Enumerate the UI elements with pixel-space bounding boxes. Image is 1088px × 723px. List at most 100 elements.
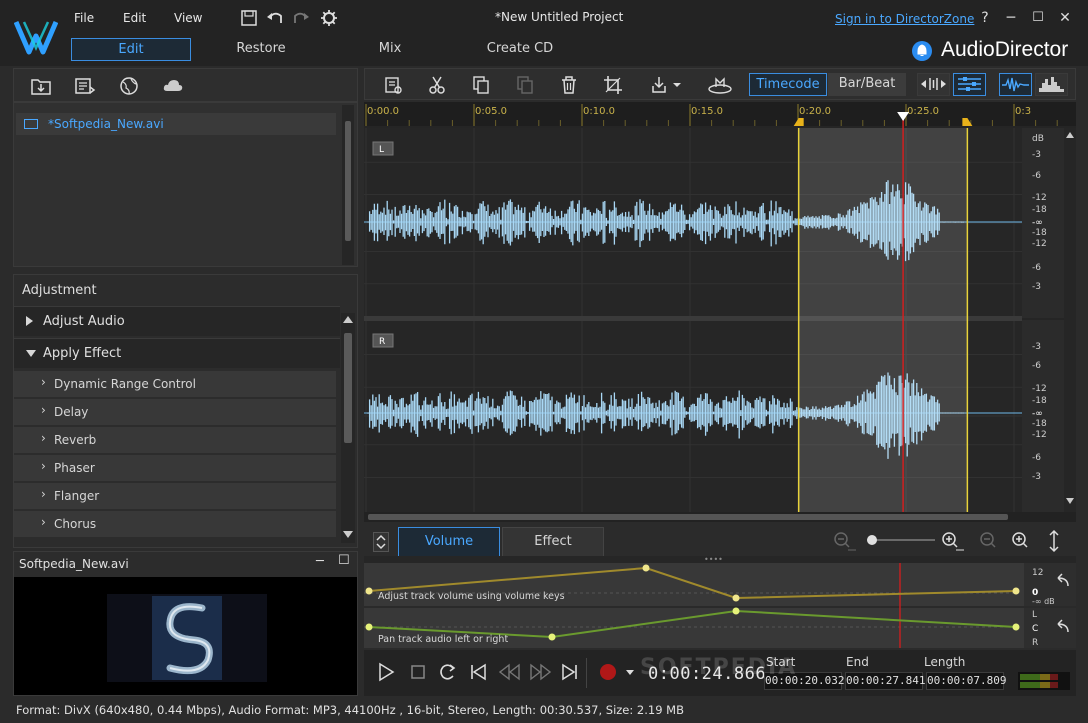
effect-phaser[interactable]: › Phaser bbox=[14, 454, 336, 481]
record-icon[interactable] bbox=[598, 662, 618, 682]
copy-icon[interactable] bbox=[471, 75, 491, 95]
barbeat-toggle[interactable]: Bar/Beat bbox=[828, 73, 906, 96]
selection-region[interactable] bbox=[798, 128, 968, 512]
rewind-icon[interactable] bbox=[498, 662, 522, 682]
section-adjust-audio[interactable]: Adjust Audio bbox=[14, 306, 340, 336]
menu-view[interactable]: View bbox=[174, 11, 202, 25]
multitrack-view-button[interactable] bbox=[953, 73, 986, 96]
db-scale-label: -6 bbox=[1032, 453, 1041, 463]
stop-icon[interactable] bbox=[408, 662, 428, 682]
tab-create-cd[interactable]: Create CD bbox=[460, 38, 580, 61]
db-scale-label: -12 bbox=[1032, 430, 1047, 440]
pan-keyframe[interactable] bbox=[1012, 623, 1020, 631]
library-item-label: *Softpedia_New.avi bbox=[48, 117, 164, 131]
volume-keyframe[interactable] bbox=[642, 564, 650, 572]
play-icon[interactable] bbox=[376, 662, 396, 682]
delete-trash-icon[interactable] bbox=[559, 75, 579, 95]
menu-edit[interactable]: Edit bbox=[123, 11, 146, 25]
zoom-out-vertical-icon[interactable] bbox=[976, 529, 1004, 553]
cloud-icon[interactable] bbox=[162, 76, 184, 96]
directorzone-globe-icon[interactable] bbox=[118, 76, 140, 96]
import-media-icon[interactable] bbox=[30, 76, 52, 96]
pan-keyframe[interactable] bbox=[732, 607, 740, 615]
effect-reverb[interactable]: › Reverb bbox=[14, 426, 336, 453]
paste-icon[interactable] bbox=[515, 75, 535, 95]
redo-icon[interactable] bbox=[292, 9, 310, 27]
add-to-list-icon[interactable] bbox=[74, 76, 96, 96]
length-time-field[interactable]: 00:00:07.809 bbox=[926, 672, 1006, 690]
adjustment-scrollbar[interactable] bbox=[341, 313, 355, 543]
envelope-editor[interactable]: •••• Adjust track volume using volume ke… bbox=[364, 556, 1076, 648]
volume-keyframe[interactable] bbox=[732, 594, 740, 602]
go-to-start-icon[interactable] bbox=[468, 662, 488, 682]
ruler-label: 0:20.0 bbox=[799, 106, 831, 117]
zoom-out-horizontal-icon[interactable] bbox=[830, 529, 858, 553]
minimize-preview-icon[interactable]: ─ bbox=[316, 554, 324, 569]
insert-dropdown-icon[interactable] bbox=[649, 75, 685, 95]
ruler-label: 0:00.0 bbox=[367, 106, 399, 117]
scroll-up-icon[interactable] bbox=[343, 315, 353, 323]
video-file-icon bbox=[24, 119, 38, 129]
waveform-view-button[interactable] bbox=[999, 73, 1032, 96]
volume-keyframe[interactable] bbox=[365, 587, 373, 595]
effect-dynamic-range-control[interactable]: › Dynamic Range Control bbox=[14, 370, 336, 397]
effect-chorus[interactable]: › Chorus bbox=[14, 510, 336, 537]
spectrum-icon bbox=[1039, 77, 1064, 92]
volume-keyframe[interactable] bbox=[1012, 587, 1020, 595]
tab-restore[interactable]: Restore bbox=[201, 38, 321, 61]
tab-mix[interactable]: Mix bbox=[330, 38, 450, 61]
timecode-toggle[interactable]: Timecode bbox=[749, 73, 827, 96]
notification-bell-icon[interactable] bbox=[912, 41, 932, 61]
fast-forward-icon[interactable] bbox=[528, 662, 552, 682]
cut-scissors-icon[interactable] bbox=[427, 75, 447, 95]
tab-effect[interactable]: Effect bbox=[502, 527, 604, 556]
snap-button[interactable] bbox=[917, 73, 950, 96]
db-scale-label: -6 bbox=[1032, 171, 1041, 181]
video-preview[interactable] bbox=[107, 594, 267, 682]
minimize-icon[interactable]: ─ bbox=[1003, 10, 1019, 26]
library-scroll-thumb[interactable] bbox=[345, 121, 351, 241]
undo-icon[interactable] bbox=[266, 9, 284, 27]
tab-volume[interactable]: Volume bbox=[398, 527, 500, 556]
waveform-hscroll-thumb[interactable] bbox=[368, 514, 1008, 520]
go-to-end-icon[interactable] bbox=[560, 662, 580, 682]
zoom-slider-handle[interactable] bbox=[867, 535, 877, 545]
waveform-vscroll[interactable] bbox=[1064, 128, 1076, 512]
library-scrollbar[interactable] bbox=[342, 105, 354, 265]
menu-file[interactable]: File bbox=[74, 11, 94, 25]
help-button[interactable]: ? bbox=[977, 10, 993, 26]
app-name: AudioDirector bbox=[941, 38, 1069, 61]
edit-properties-icon[interactable] bbox=[383, 75, 403, 95]
sign-in-link[interactable]: Sign in to DirectorZone bbox=[835, 12, 974, 26]
effect-label: Reverb bbox=[54, 433, 97, 447]
waveform-editor[interactable]: 0:00.0 0:05.0 0:10.0 0:15.0 0:20.0 0:25.0 0:3 … bbox=[364, 102, 1076, 522]
scroll-down-icon[interactable] bbox=[343, 531, 353, 539]
collapse-panel-button[interactable] bbox=[373, 532, 389, 552]
settings-gear-icon[interactable] bbox=[320, 9, 338, 27]
close-icon[interactable]: ✕ bbox=[1057, 10, 1073, 26]
vertical-fit-icon[interactable] bbox=[1042, 529, 1066, 553]
pan-keyframe[interactable] bbox=[365, 623, 373, 631]
zoom-in-vertical-icon[interactable] bbox=[1008, 529, 1036, 553]
library-item[interactable]: *Softpedia_New.avi bbox=[16, 113, 336, 135]
spectrum-view-button[interactable] bbox=[1035, 73, 1068, 96]
adjustment-scroll-thumb[interactable] bbox=[344, 333, 352, 443]
ruler-label: 0:10.0 bbox=[583, 106, 615, 117]
record-options-dropdown-icon[interactable] bbox=[624, 662, 636, 682]
end-time-field[interactable]: 00:00:27.841 bbox=[845, 672, 925, 690]
db-scale-label: -3 bbox=[1032, 472, 1041, 482]
trim-crop-icon[interactable] bbox=[603, 75, 623, 95]
loop-icon[interactable] bbox=[438, 662, 458, 682]
sound-visualizer-icon[interactable] bbox=[707, 75, 733, 95]
maximize-icon[interactable]: ☐ bbox=[1030, 10, 1046, 26]
zoom-slider[interactable] bbox=[867, 535, 935, 545]
save-icon[interactable] bbox=[240, 9, 258, 27]
zoom-in-horizontal-icon[interactable] bbox=[938, 529, 966, 553]
section-apply-effect[interactable]: Apply Effect bbox=[14, 338, 340, 368]
tab-edit[interactable]: Edit bbox=[71, 38, 191, 61]
pan-keyframe[interactable] bbox=[548, 633, 556, 641]
effect-delay[interactable]: › Delay bbox=[14, 398, 336, 425]
waveform-icon bbox=[1002, 77, 1029, 92]
maximize-preview-icon[interactable]: ☐ bbox=[338, 553, 350, 568]
effect-flanger[interactable]: › Flanger bbox=[14, 482, 336, 509]
